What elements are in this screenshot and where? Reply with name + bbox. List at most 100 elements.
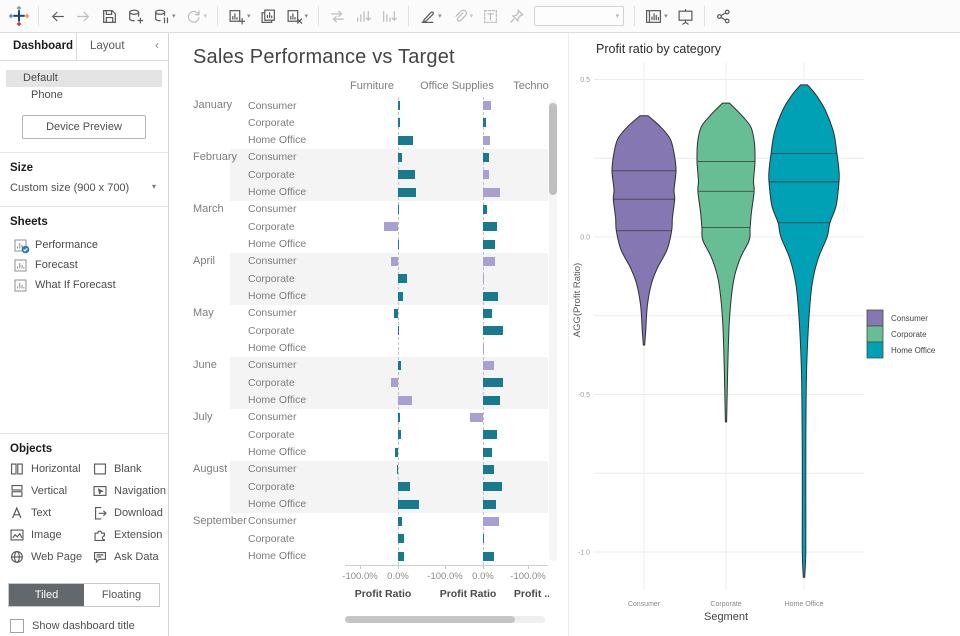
bar-mark[interactable] — [483, 448, 492, 457]
bar-mark[interactable] — [398, 153, 402, 162]
bar-mark[interactable] — [483, 188, 500, 197]
bar-mark[interactable] — [483, 361, 494, 370]
bar-mark[interactable] — [483, 170, 489, 179]
bar-mark[interactable] — [483, 222, 497, 231]
new-worksheet-icon[interactable]: ▾ — [224, 4, 255, 28]
bar-mark[interactable] — [483, 482, 502, 491]
group-members-icon[interactable]: ▾ — [447, 4, 478, 28]
collapse-pane-icon[interactable]: ‹ — [155, 33, 168, 60]
bar-mark[interactable] — [483, 517, 499, 526]
floating-button[interactable]: Floating — [84, 584, 159, 606]
bar-mark[interactable] — [483, 552, 494, 561]
show-mark-labels-icon[interactable] — [478, 4, 503, 28]
object-item-navigation[interactable]: Navigation — [93, 484, 168, 498]
bar-mark[interactable] — [483, 118, 486, 127]
bar-mark[interactable] — [398, 413, 400, 422]
horizontal-scrollbar-thumb[interactable] — [345, 616, 515, 623]
vertical-scrollbar-thumb[interactable] — [549, 103, 557, 195]
bar-mark[interactable] — [483, 153, 489, 162]
bar-mark[interactable] — [391, 378, 398, 387]
clear-sheet-icon[interactable]: ▾ — [282, 4, 313, 28]
object-item-blank[interactable]: Blank — [93, 462, 168, 476]
tab-layout[interactable]: Layout — [77, 33, 154, 60]
bar-mark[interactable] — [483, 205, 487, 214]
bar-mark[interactable] — [398, 101, 400, 110]
bar-mark[interactable] — [483, 292, 498, 301]
bar-mark[interactable] — [397, 465, 398, 474]
duplicate-icon[interactable] — [256, 4, 281, 28]
sort-descending-icon[interactable] — [377, 4, 402, 28]
save-icon[interactable] — [97, 4, 122, 28]
bar-mark[interactable] — [483, 378, 503, 387]
bar-mark[interactable] — [398, 326, 399, 335]
show-hide-cards-icon[interactable]: ▾ — [641, 4, 672, 28]
bar-mark[interactable] — [483, 101, 491, 110]
object-item-image[interactable]: Image — [10, 528, 93, 542]
object-item-vertical[interactable]: Vertical — [10, 484, 93, 498]
bar-mark[interactable] — [398, 396, 412, 405]
object-item-text[interactable]: Text — [10, 506, 93, 520]
share-icon[interactable] — [711, 4, 736, 28]
violin-home-office[interactable] — [769, 85, 840, 577]
bar-mark[interactable] — [483, 257, 495, 266]
bar-mark[interactable] — [398, 205, 399, 214]
legend-swatch[interactable] — [867, 342, 883, 358]
bar-mark[interactable] — [483, 465, 494, 474]
bar-mark[interactable] — [395, 448, 398, 457]
redo-icon[interactable] — [71, 4, 96, 28]
bar-mark[interactable] — [470, 413, 483, 422]
show-dashboard-title-checkbox[interactable] — [10, 619, 24, 633]
violin-corporate[interactable] — [697, 103, 755, 422]
device-item-phone[interactable]: Phone — [6, 87, 162, 104]
bar-mark[interactable] — [483, 500, 496, 509]
device-item-default[interactable]: Default — [6, 70, 162, 87]
sort-ascending-icon[interactable] — [351, 4, 376, 28]
bar-mark[interactable] — [384, 222, 398, 231]
object-item-horizontal[interactable]: Horizontal — [10, 462, 93, 476]
bar-mark[interactable] — [398, 552, 404, 561]
undo-icon[interactable] — [45, 4, 70, 28]
bar-mark[interactable] — [483, 136, 490, 145]
object-item-ask-data[interactable]: Ask Data — [93, 550, 168, 564]
device-preview-button[interactable]: Device Preview — [22, 115, 146, 139]
bar-mark[interactable] — [398, 482, 410, 491]
bar-mark[interactable] — [398, 118, 400, 127]
highlight-icon[interactable]: ▾ — [415, 4, 446, 28]
bar-mark[interactable] — [398, 517, 402, 526]
bar-mark[interactable] — [394, 309, 398, 318]
bar-mark[interactable] — [398, 361, 401, 370]
bar-mark[interactable] — [483, 309, 492, 318]
bar-mark[interactable] — [483, 344, 484, 353]
tiled-button[interactable]: Tiled — [9, 584, 84, 606]
bar-mark[interactable] — [398, 188, 416, 197]
fix-axes-icon[interactable] — [504, 4, 529, 28]
bar-mark[interactable] — [483, 240, 495, 249]
bar-mark[interactable] — [398, 430, 401, 439]
bar-mark[interactable] — [483, 534, 484, 543]
bar-mark[interactable] — [398, 274, 407, 283]
swap-rows-columns-icon[interactable] — [325, 4, 350, 28]
bar-mark[interactable] — [398, 170, 415, 179]
tab-dashboard[interactable]: Dashboard — [0, 33, 77, 60]
size-select[interactable]: Custom size (900 x 700) ▾ — [0, 179, 168, 206]
sheet-item-forecast[interactable]: Forecast — [0, 255, 168, 275]
bar-mark[interactable] — [398, 292, 403, 301]
bar-mark[interactable] — [483, 430, 497, 439]
sheet-item-what-if-forecast[interactable]: What If Forecast — [0, 275, 168, 295]
sheet-item-performance[interactable]: Performance — [0, 235, 168, 255]
legend-swatch[interactable] — [867, 310, 883, 326]
legend-swatch[interactable] — [867, 326, 883, 342]
fit-selector[interactable]: ▾ — [534, 6, 624, 26]
object-item-download[interactable]: Download — [93, 506, 168, 520]
bar-mark[interactable] — [398, 136, 413, 145]
bar-mark[interactable] — [398, 240, 399, 249]
run-auto-updates-icon[interactable]: ▾ — [181, 4, 212, 28]
bar-mark[interactable] — [391, 257, 398, 266]
presentation-mode-icon[interactable] — [673, 4, 698, 28]
pause-auto-updates-icon[interactable]: ▾ — [149, 4, 180, 28]
object-item-web-page[interactable]: Web Page — [10, 550, 93, 564]
new-data-source-icon[interactable] — [123, 4, 148, 28]
bar-mark[interactable] — [483, 274, 484, 283]
bar-mark[interactable] — [483, 396, 500, 405]
bar-mark[interactable] — [398, 534, 404, 543]
